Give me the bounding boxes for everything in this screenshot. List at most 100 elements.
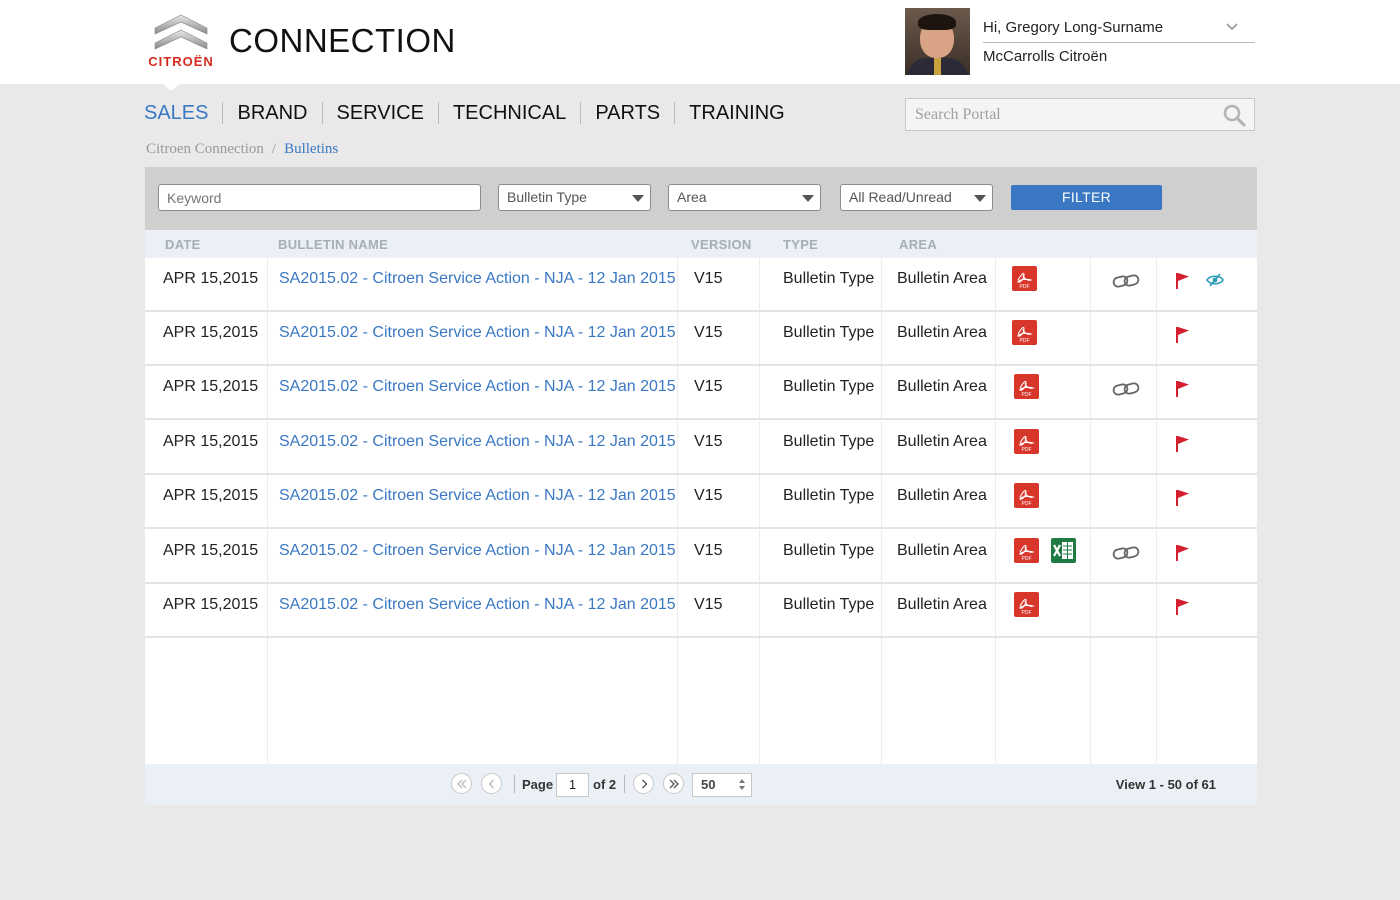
- pdf-icon[interactable]: PDF: [1014, 483, 1039, 508]
- link-icon[interactable]: [1112, 545, 1140, 561]
- pagination-bar: Page 1 of 2 50 View 1 - 50 of 61: [145, 764, 1257, 805]
- nav-item-parts[interactable]: PARTS: [580, 102, 674, 124]
- table-row[interactable]: APR 15,2015 SA2015.02 - Citroen Service A…: [145, 584, 1257, 638]
- column-divider: [1090, 584, 1091, 636]
- keyword-input[interactable]: [158, 184, 481, 211]
- bulletin-name-link[interactable]: SA2015.02 - Citroen Service Action - NJA…: [279, 433, 676, 451]
- chevron-down-icon[interactable]: [1225, 20, 1239, 34]
- bulletin-name-link[interactable]: SA2015.02 - Citroen Service Action - NJA…: [279, 324, 676, 342]
- breadcrumb-separator: /: [271, 141, 277, 157]
- prev-page-button[interactable]: [481, 773, 502, 794]
- header-type[interactable]: TYPE: [783, 237, 818, 252]
- area-select[interactable]: Area: [668, 184, 821, 211]
- flag-icon[interactable]: [1175, 380, 1191, 398]
- table-row[interactable]: APR 15,2015 SA2015.02 - Citroen Service A…: [145, 475, 1257, 529]
- bulletin-name-link[interactable]: SA2015.02 - Citroen Service Action - NJA…: [279, 270, 676, 288]
- column-divider: [267, 584, 268, 636]
- filter-bar: Bulletin Type Area All Read/Unread FILTE…: [145, 167, 1257, 230]
- user-greeting[interactable]: Hi, Gregory Long-Surname: [983, 19, 1163, 36]
- double-chevron-left-icon: [457, 779, 467, 789]
- dealer-name: McCarrolls Citroën: [983, 48, 1108, 65]
- bulletin-type-value: Bulletin Type: [507, 189, 587, 205]
- row-date: APR 15,2015: [163, 487, 259, 504]
- pdf-icon[interactable]: PDF: [1014, 592, 1039, 617]
- flag-icon[interactable]: [1175, 272, 1191, 290]
- citroen-logo[interactable]: CITROËN: [141, 12, 221, 70]
- page-size-select[interactable]: 50: [692, 773, 752, 797]
- bulletin-name-link[interactable]: SA2015.02 - Citroen Service Action - NJA…: [279, 487, 676, 505]
- bulletin-type-select[interactable]: Bulletin Type: [498, 184, 651, 211]
- column-divider: [677, 421, 678, 473]
- avatar[interactable]: [905, 8, 970, 75]
- column-divider: [759, 530, 760, 582]
- column-divider: [759, 584, 760, 636]
- page-number-input[interactable]: 1: [556, 773, 589, 797]
- row-area: Bulletin Area: [897, 324, 987, 341]
- svg-text:PDF: PDF: [1020, 338, 1030, 344]
- column-divider: [881, 530, 882, 582]
- table-row[interactable]: APR 15,2015 SA2015.02 - Citroen Service A…: [145, 258, 1257, 312]
- header: CITROËN CONNECTION Hi, Gregory Long-Surn…: [0, 0, 1400, 84]
- column-divider: [881, 312, 882, 364]
- bulletin-name-link[interactable]: SA2015.02 - Citroen Service Action - NJA…: [279, 378, 676, 396]
- chevrons-icon: [154, 14, 208, 50]
- table-row[interactable]: APR 15,2015 SA2015.02 - Citroen Service A…: [145, 312, 1257, 366]
- nav-item-service[interactable]: SERVICE: [321, 102, 438, 124]
- last-page-button[interactable]: [663, 773, 684, 794]
- flag-icon[interactable]: [1175, 544, 1191, 562]
- column-divider: [1090, 366, 1091, 418]
- search-icon[interactable]: [1222, 103, 1246, 127]
- next-page-button[interactable]: [633, 773, 654, 794]
- column-divider: [759, 258, 760, 310]
- header-version[interactable]: VERSION: [691, 237, 752, 252]
- read-state-select[interactable]: All Read/Unread: [840, 184, 993, 211]
- row-type: Bulletin Type: [783, 433, 875, 450]
- pdf-icon[interactable]: PDF: [1014, 374, 1039, 399]
- column-divider: [995, 421, 996, 473]
- pdf-icon[interactable]: PDF: [1014, 538, 1039, 563]
- nav-item-sales[interactable]: SALES: [144, 102, 222, 124]
- svg-text:PDF: PDF: [1022, 447, 1032, 453]
- column-divider: [995, 475, 996, 527]
- row-version: V15: [694, 324, 723, 341]
- flag-icon[interactable]: [1175, 598, 1191, 616]
- column-divider: [1156, 258, 1157, 310]
- column-divider: [1156, 475, 1157, 527]
- eye-slash-icon[interactable]: [1206, 273, 1224, 287]
- breadcrumb-current: Bulletins: [284, 141, 339, 157]
- svg-text:PDF: PDF: [1022, 610, 1032, 616]
- filter-button[interactable]: FILTER: [1011, 185, 1162, 210]
- column-divider: [1156, 421, 1157, 473]
- breadcrumb-home[interactable]: Citroen Connection: [146, 141, 264, 157]
- column-divider: [1090, 258, 1091, 310]
- pdf-icon[interactable]: PDF: [1012, 266, 1037, 291]
- nav-item-brand[interactable]: BRAND: [222, 102, 321, 124]
- column-divider: [881, 584, 882, 636]
- flag-icon[interactable]: [1175, 489, 1191, 507]
- page-size-value: 50: [701, 777, 716, 792]
- nav-item-technical[interactable]: TECHNICAL: [437, 102, 580, 124]
- column-divider: [1090, 530, 1091, 582]
- excel-icon[interactable]: [1051, 538, 1076, 563]
- bulletin-name-link[interactable]: SA2015.02 - Citroen Service Action - NJA…: [279, 542, 676, 560]
- table-row[interactable]: APR 15,2015 SA2015.02 - Citroen Service A…: [145, 366, 1257, 420]
- row-type: Bulletin Type: [783, 324, 875, 341]
- header-bulletin-name[interactable]: BULLETIN NAME: [278, 237, 388, 252]
- link-icon[interactable]: [1112, 273, 1140, 289]
- flag-icon[interactable]: [1175, 326, 1191, 344]
- table-row[interactable]: APR 15,2015 SA2015.02 - Citroen Service A…: [145, 530, 1257, 584]
- flag-icon[interactable]: [1175, 435, 1191, 453]
- nav-item-training[interactable]: TRAINING: [674, 102, 799, 124]
- header-area[interactable]: AREA: [899, 237, 937, 252]
- table-row[interactable]: APR 15,2015 SA2015.02 - Citroen Service A…: [145, 421, 1257, 475]
- header-date[interactable]: DATE: [165, 237, 201, 252]
- first-page-button[interactable]: [451, 773, 472, 794]
- pdf-icon[interactable]: PDF: [1012, 320, 1037, 345]
- search-input[interactable]: [906, 99, 1206, 130]
- caret-down-icon: [632, 195, 644, 202]
- area-value: Area: [677, 189, 707, 205]
- link-icon[interactable]: [1112, 381, 1140, 397]
- pdf-icon[interactable]: PDF: [1014, 429, 1039, 454]
- bulletin-name-link[interactable]: SA2015.02 - Citroen Service Action - NJA…: [279, 596, 676, 614]
- column-divider: [267, 421, 268, 473]
